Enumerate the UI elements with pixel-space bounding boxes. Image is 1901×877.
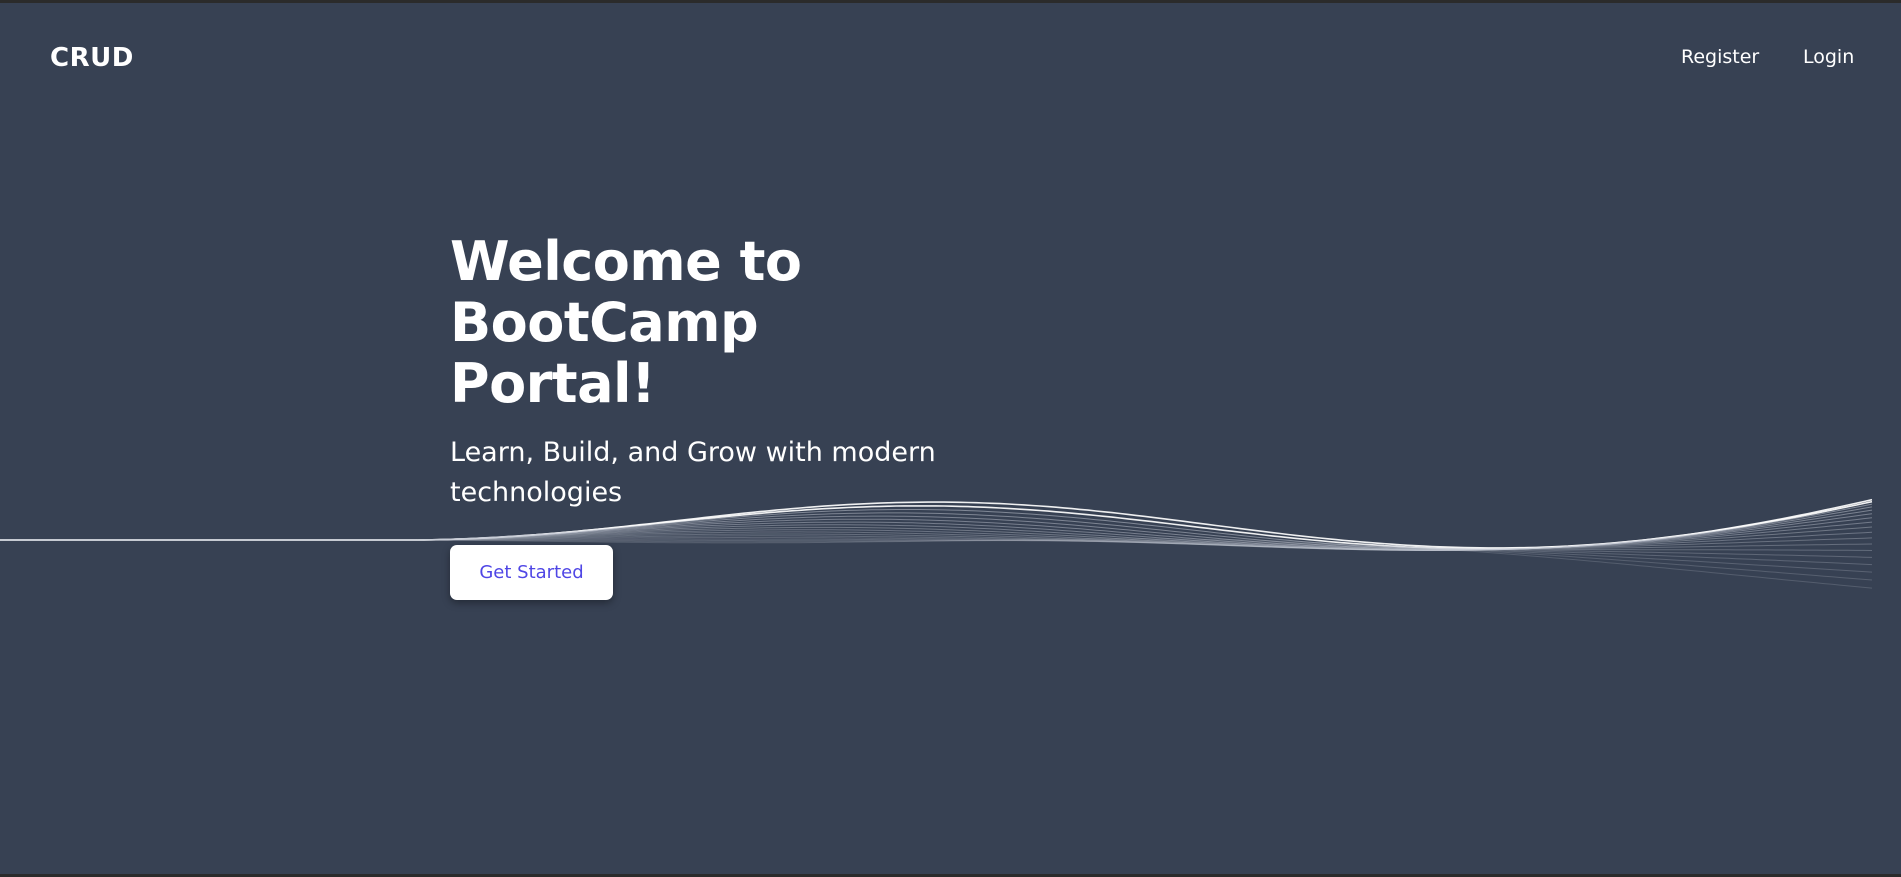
- hero-title-line: BootCamp: [450, 291, 759, 354]
- hero-title: Welcome to BootCamp Portal!: [450, 231, 970, 414]
- hero-title-line: Portal!: [450, 352, 656, 415]
- wave-line: [0, 526, 1873, 551]
- wave-line: [0, 529, 1873, 551]
- get-started-button[interactable]: Get Started: [450, 545, 613, 600]
- wave-line: [0, 535, 1873, 551]
- wave-line: [0, 538, 1873, 566]
- brand-logo[interactable]: CRUD: [50, 41, 134, 75]
- top-nav: CRUD Register Login: [0, 3, 1901, 113]
- hero-title-line: Welcome to: [450, 230, 802, 293]
- wave-line: [0, 521, 1873, 551]
- hero-subtitle: Learn, Build, and Grow with modern techn…: [450, 437, 936, 508]
- login-link[interactable]: Login: [1803, 44, 1854, 70]
- register-link[interactable]: Register: [1681, 44, 1759, 70]
- landing-page: CRUD Register Login Welcome to BootCamp …: [0, 3, 1901, 874]
- wave-line: [0, 533, 1873, 550]
- wave-line: [0, 539, 1873, 581]
- hero-section: Welcome to BootCamp Portal! Learn, Build…: [450, 231, 970, 513]
- wave-line: [0, 506, 1873, 551]
- wave-line: [0, 531, 1873, 550]
- wave-line: [0, 517, 1873, 551]
- wave-line: [0, 509, 1873, 551]
- wave-line: [0, 537, 1873, 558]
- wave-line: [0, 538, 1873, 589]
- wave-line: [0, 513, 1873, 551]
- wave-line: [0, 539, 1873, 573]
